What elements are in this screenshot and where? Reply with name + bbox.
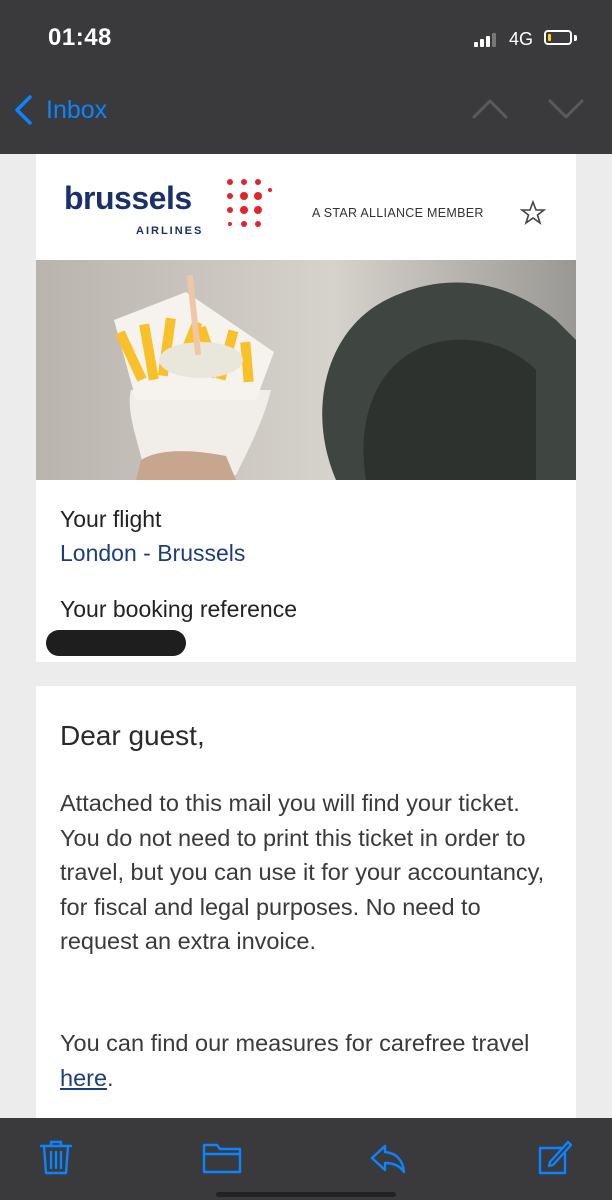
greeting: Dear guest, bbox=[60, 720, 205, 751]
status-time: 01:48 bbox=[48, 24, 112, 51]
brand-logo-sub: AIRLINES bbox=[136, 225, 204, 237]
brand-dots-logo bbox=[227, 179, 272, 227]
brand-logo-word: brussels bbox=[64, 180, 192, 216]
hero-image bbox=[36, 260, 576, 480]
booking-reference-label: Your booking reference bbox=[60, 596, 297, 622]
content-top-edge bbox=[0, 142, 612, 154]
chevron-down-icon[interactable] bbox=[548, 98, 584, 120]
status-bar: 01:48 4G bbox=[0, 0, 612, 80]
reply-icon[interactable] bbox=[370, 1138, 406, 1176]
chevron-left-icon[interactable] bbox=[12, 94, 36, 126]
message-card: Dear guest, Attached to this mail you wi… bbox=[36, 686, 576, 1118]
star-alliance-label: A STAR ALLIANCE MEMBER bbox=[312, 206, 484, 220]
mail-toolbar bbox=[0, 1118, 612, 1200]
battery-low-icon bbox=[544, 30, 572, 45]
star-alliance-icon bbox=[520, 200, 546, 226]
back-to-inbox-button[interactable]: Inbox bbox=[46, 96, 107, 125]
email-body[interactable]: brussels AIRLINES A STAR ALLIANCE MEMBER bbox=[0, 142, 612, 1118]
compose-icon[interactable] bbox=[536, 1138, 572, 1176]
measures-paragraph: You can find our measures for carefree t… bbox=[60, 1030, 530, 1091]
home-indicator bbox=[216, 1192, 396, 1197]
network-label: 4G bbox=[509, 29, 534, 49]
fries-photo bbox=[36, 260, 576, 480]
chevron-up-icon[interactable] bbox=[472, 98, 508, 120]
measures-link[interactable]: here bbox=[60, 1065, 107, 1091]
top-chrome: 01:48 4G Inbox bbox=[0, 0, 612, 142]
mail-navbar: Inbox bbox=[0, 80, 612, 142]
folder-icon[interactable] bbox=[202, 1138, 242, 1176]
flight-label: Your flight bbox=[60, 506, 162, 532]
ticket-paragraph: Attached to this mail you will find your… bbox=[60, 790, 545, 954]
flight-route: London - Brussels bbox=[60, 540, 246, 566]
booking-reference-redacted bbox=[46, 630, 186, 656]
booking-card: brussels AIRLINES A STAR ALLIANCE MEMBER bbox=[36, 154, 576, 662]
trash-icon[interactable] bbox=[38, 1138, 74, 1176]
signal-bars-icon bbox=[474, 33, 502, 47]
